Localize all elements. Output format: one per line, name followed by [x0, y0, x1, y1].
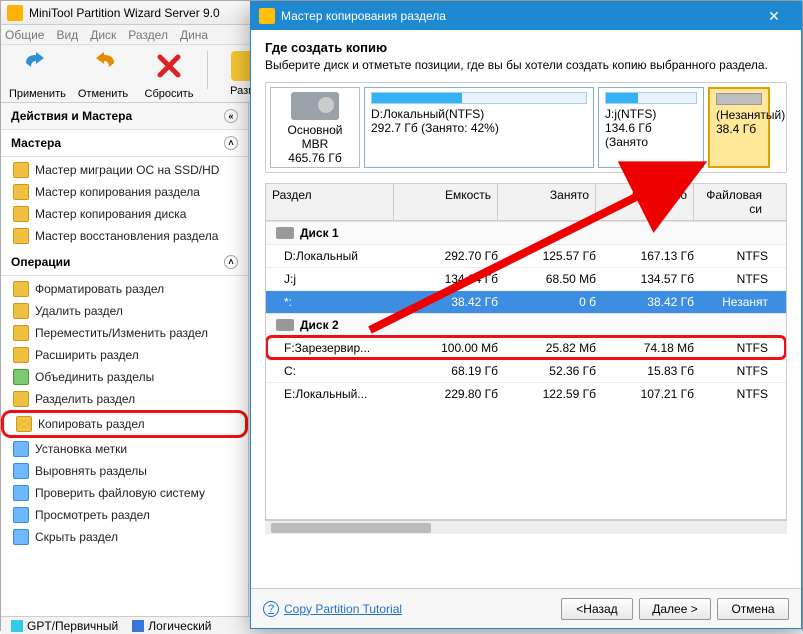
wizard-icon — [13, 206, 29, 222]
discard-icon — [154, 51, 184, 81]
discard-button[interactable]: Сбросить — [141, 51, 197, 100]
wizard-item[interactable]: Мастер копирования диска — [1, 203, 248, 225]
operation-icon — [13, 325, 29, 341]
dialog-subtext: Выберите диск и отметьте позиции, где вы… — [265, 58, 787, 72]
operation-item[interactable]: Установка метки — [1, 438, 248, 460]
wizard-item[interactable]: Мастер копирования раздела — [1, 181, 248, 203]
menu-item[interactable]: Раздел — [128, 28, 168, 42]
overview-partition[interactable]: J:j(NTFS)134.6 Гб (Занято — [598, 87, 704, 168]
horizontal-scrollbar[interactable] — [265, 520, 787, 534]
disk-overview-source[interactable]: Основной MBR 465.76 Гб — [270, 87, 360, 168]
disk-overview: Основной MBR 465.76 Гб D:Локальный(NTFS)… — [265, 82, 787, 173]
help-icon: ? — [263, 601, 279, 617]
dialog-close-button[interactable]: ✕ — [755, 8, 793, 25]
operation-icon — [13, 485, 29, 501]
disk-icon — [276, 227, 294, 239]
partition-row[interactable]: E:Локальный...229.80 Гб122.59 Гб107.21 Г… — [266, 382, 786, 405]
disk-icon — [276, 319, 294, 331]
operation-item[interactable]: Проверить файловую систему — [1, 482, 248, 504]
operation-icon — [13, 463, 29, 479]
menu-item[interactable]: Вид — [56, 28, 78, 42]
wizard-item[interactable]: Мастер восстановления раздела — [1, 225, 248, 247]
operation-item[interactable]: Объединить разделы — [1, 366, 248, 388]
sidebar: Действия и Мастера « Мастера ˄ Мастер ми… — [1, 103, 249, 616]
tutorial-link[interactable]: ? Copy Partition Tutorial — [263, 601, 402, 617]
wizard-icon — [13, 184, 29, 200]
disk-header-row: Диск 2 — [266, 313, 786, 336]
partition-row[interactable]: F:Зарезервир...100.00 Мб25.82 Мб74.18 Мб… — [266, 336, 786, 359]
cancel-button[interactable]: Отмена — [717, 598, 789, 620]
wizard-item[interactable]: Мастер миграции ОС на SSD/HD — [1, 159, 248, 181]
operation-item[interactable]: Удалить раздел — [1, 300, 248, 322]
partition-row[interactable]: *:38.42 Гб0 б38.42 ГбНезанят — [266, 290, 786, 313]
menu-item[interactable]: Дина — [180, 28, 208, 42]
disk-header-row: Диск 1 — [266, 221, 786, 244]
operation-icon — [13, 281, 29, 297]
operation-item[interactable]: Переместить/Изменить раздел — [1, 322, 248, 344]
partition-row[interactable]: C:68.19 Гб52.36 Гб15.83 ГбNTFS — [266, 359, 786, 382]
app-logo-icon — [7, 5, 23, 21]
wizards-header[interactable]: Мастера ˄ — [1, 130, 248, 157]
sidebar-main-header[interactable]: Действия и Мастера « — [1, 103, 248, 130]
menu-item[interactable]: Общие — [5, 28, 44, 42]
operations-header[interactable]: Операции ˄ — [1, 249, 248, 276]
chevron-up-icon: ˄ — [224, 255, 238, 269]
partition-grid[interactable]: Диск 1D:Локальный292.70 Гб125.57 Гб167.1… — [265, 220, 787, 520]
operation-item[interactable]: Просмотреть раздел — [1, 504, 248, 526]
apply-icon — [22, 51, 52, 81]
operation-item[interactable]: Расширить раздел — [1, 344, 248, 366]
dialog-logo-icon — [259, 8, 275, 24]
operation-icon — [16, 416, 32, 432]
undo-icon — [88, 51, 118, 81]
operation-icon — [13, 529, 29, 545]
dialog-title: Мастер копирования раздела — [281, 9, 446, 23]
apply-button[interactable]: Применить — [9, 51, 65, 100]
operation-icon — [13, 303, 29, 319]
partition-row[interactable]: J:j134.64 Гб68.50 Мб134.57 ГбNTFS — [266, 267, 786, 290]
partition-row[interactable]: D:Локальный292.70 Гб125.57 Гб167.13 ГбNT… — [266, 244, 786, 267]
dialog-titlebar: Мастер копирования раздела ✕ — [251, 2, 801, 30]
chevron-up-icon: ˄ — [224, 136, 238, 150]
grid-header: Раздел Емкость Занято Свободно Файловая … — [265, 183, 787, 220]
dialog-heading: Где создать копию — [265, 40, 787, 55]
operation-item[interactable]: Выровнять разделы — [1, 460, 248, 482]
collapse-icon: « — [224, 109, 238, 123]
overview-partition[interactable]: D:Локальный(NTFS)292.7 Гб (Занято: 42%) — [364, 87, 594, 168]
wizard-icon — [13, 228, 29, 244]
operation-icon — [13, 369, 29, 385]
back-button[interactable]: <Назад — [561, 598, 633, 620]
copy-partition-dialog: Мастер копирования раздела ✕ Где создать… — [250, 1, 802, 629]
dialog-footer: ? Copy Partition Tutorial <Назад Далее >… — [251, 588, 801, 628]
operation-item[interactable]: Форматировать раздел — [1, 278, 248, 300]
operation-icon — [13, 391, 29, 407]
next-button[interactable]: Далее > — [639, 598, 711, 620]
hdd-icon — [291, 92, 339, 120]
window-title: MiniTool Partition Wizard Server 9.0 — [29, 6, 220, 20]
operation-item[interactable]: Скрыть раздел — [1, 526, 248, 548]
undo-button[interactable]: Отменить — [75, 51, 131, 100]
menu-item[interactable]: Диск — [90, 28, 116, 42]
operation-item[interactable]: Копировать раздел — [1, 410, 248, 438]
overview-partition[interactable]: (Незанятый)38.4 Гб — [708, 87, 770, 168]
operation-icon — [13, 347, 29, 363]
operation-item[interactable]: Разделить раздел — [1, 388, 248, 410]
operation-icon — [13, 441, 29, 457]
wizard-icon — [13, 162, 29, 178]
operation-icon — [13, 507, 29, 523]
